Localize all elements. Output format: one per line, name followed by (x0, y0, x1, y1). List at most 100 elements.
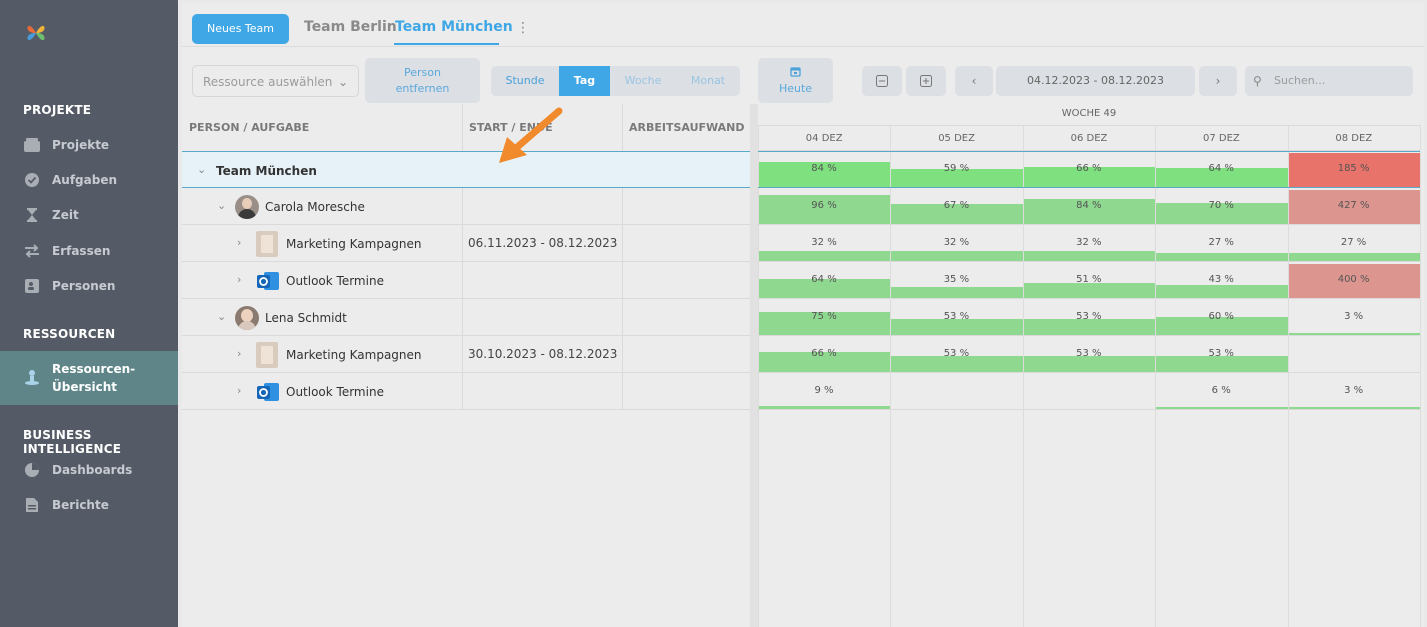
chevron-right-icon[interactable]: › (237, 347, 241, 360)
column-arbeitsaufwand[interactable]: ARBEITSAUFWAND (629, 121, 745, 134)
load-bar[interactable] (891, 251, 1023, 261)
load-label: 96 % (811, 200, 837, 211)
arrow-annotation-icon (499, 107, 563, 163)
nav-personen[interactable]: Personen (0, 269, 178, 303)
zoom-in-button[interactable] (906, 66, 946, 96)
row-task[interactable]: › Marketing Kampagnen 06.11.2023 - 08.12… (182, 225, 750, 262)
search-placeholder: Suchen... (1274, 74, 1326, 87)
day-header[interactable]: 04 DEZ (758, 133, 890, 151)
chevron-down-icon[interactable]: ⌄ (217, 310, 226, 323)
header-divider (182, 46, 1424, 47)
folder-icon (24, 138, 40, 152)
load-bar[interactable] (1156, 253, 1288, 261)
nav-erfassen[interactable]: Erfassen (0, 234, 178, 268)
load-bar[interactable] (1288, 253, 1420, 261)
nav-label: Aufgaben (52, 173, 118, 187)
load-label: 53 % (1076, 311, 1102, 322)
search-input[interactable]: ⚲ Suchen... (1245, 66, 1413, 96)
scale-tag[interactable]: Tag (559, 66, 610, 96)
app-logo[interactable] (24, 20, 48, 46)
pie-chart-icon (25, 463, 39, 477)
avatar (235, 305, 259, 330)
day-header[interactable]: 07 DEZ (1155, 133, 1287, 151)
row-person[interactable]: ⌄ Lena Schmidt (182, 299, 750, 336)
nav-projekte[interactable]: Projekte (0, 128, 178, 162)
load-bar[interactable] (759, 251, 891, 261)
load-bar[interactable] (1288, 407, 1420, 409)
chevron-right-icon[interactable]: › (237, 273, 241, 286)
load-label: 59 % (943, 163, 970, 174)
more-options-icon[interactable]: ⋮ (516, 20, 530, 36)
contact-card-icon (25, 279, 39, 293)
row-name: Outlook Termine (286, 384, 384, 399)
row-name: Marketing Kampagnen (286, 347, 422, 362)
scale-stunde[interactable]: Stunde (491, 66, 559, 96)
next-range-button[interactable]: › (1199, 66, 1237, 96)
nav-label: Berichte (52, 498, 109, 512)
pane-splitter[interactable] (750, 104, 758, 627)
scale-woche[interactable]: Woche (610, 66, 676, 96)
project-thumbnail-icon (256, 230, 278, 257)
row-task[interactable]: › Outlook Termine (182, 262, 750, 299)
avatar (235, 194, 259, 219)
load-label: 427 % (1337, 200, 1370, 211)
chevron-down-icon[interactable]: ⌄ (197, 163, 206, 176)
chevron-right-icon: › (1215, 74, 1221, 88)
prev-range-button[interactable]: ‹ (955, 66, 993, 96)
load-label: 66 % (811, 348, 837, 359)
load-label: 53 % (943, 311, 970, 322)
today-button[interactable]: Heute (758, 58, 833, 103)
swap-icon (25, 244, 39, 258)
outlook-icon (257, 382, 279, 401)
day-header[interactable]: 08 DEZ (1288, 133, 1420, 151)
timeline-row-divider (758, 335, 1420, 336)
nav-zeit[interactable]: Zeit (0, 198, 178, 232)
chevron-right-icon[interactable]: › (237, 236, 241, 249)
chevron-down-icon: ⌄ (337, 75, 348, 89)
load-label: 32 % (943, 237, 970, 248)
day-column-divider (1420, 125, 1421, 627)
timeline-row-divider (758, 187, 1420, 188)
load-label: 51 % (1076, 274, 1102, 285)
date-range[interactable]: 04.12.2023 - 08.12.2023 (996, 66, 1195, 96)
nav-ressourcen-uebersicht[interactable]: Ressourcen- Übersicht (0, 351, 178, 405)
load-label: 67 % (943, 200, 970, 211)
tab-team-berlin[interactable]: Team Berlin (304, 19, 397, 35)
load-label: 53 % (1076, 348, 1102, 359)
project-thumbnail-icon (256, 341, 278, 368)
load-bar[interactable] (1023, 251, 1156, 261)
nav-label: Erfassen (52, 244, 111, 258)
row-task[interactable]: › Marketing Kampagnen 30.10.2023 - 08.12… (182, 336, 750, 373)
row-name: Team München (216, 163, 317, 178)
row-person[interactable]: ⌄ Carola Moresche (182, 188, 750, 225)
chevron-down-icon[interactable]: ⌄ (217, 199, 226, 212)
load-bar[interactable] (1023, 283, 1156, 298)
column-person-aufgabe[interactable]: PERSON / AUFGABE (189, 121, 309, 134)
nav-berichte[interactable]: Berichte (0, 488, 178, 522)
load-bar[interactable] (759, 406, 891, 409)
load-bar[interactable] (1288, 333, 1420, 335)
remove-person-button[interactable]: Person entfernen (365, 58, 480, 103)
row-task[interactable]: › Outlook Termine (182, 373, 750, 410)
scale-monat[interactable]: Monat (676, 66, 740, 96)
zoom-out-button[interactable] (862, 66, 902, 96)
load-bar[interactable] (891, 287, 1023, 298)
new-team-button[interactable]: Neues Team (192, 14, 289, 44)
load-label: 400 % (1337, 274, 1370, 285)
load-bar[interactable] (1156, 285, 1288, 298)
day-header[interactable]: 06 DEZ (1023, 133, 1155, 151)
load-label: 75 % (811, 311, 837, 322)
load-bar[interactable] (1156, 407, 1288, 409)
chevron-right-icon[interactable]: › (237, 384, 241, 397)
row-team[interactable]: ⌄ Team München (182, 151, 750, 188)
main-panel: Neues Team Team Berlin Team München ⋮ Re… (182, 3, 1424, 627)
load-label: 3 % (1344, 311, 1364, 322)
tab-team-muenchen[interactable]: Team München (395, 19, 513, 35)
load-label: 32 % (811, 237, 837, 248)
active-tab-indicator (394, 43, 499, 45)
nav-aufgaben[interactable]: Aufgaben (0, 163, 178, 197)
resource-select[interactable]: Ressource auswählen ⌄ (192, 65, 359, 97)
timeline-row-divider (758, 372, 1420, 373)
day-header[interactable]: 05 DEZ (890, 133, 1022, 151)
nav-dashboards[interactable]: Dashboards (0, 453, 178, 487)
